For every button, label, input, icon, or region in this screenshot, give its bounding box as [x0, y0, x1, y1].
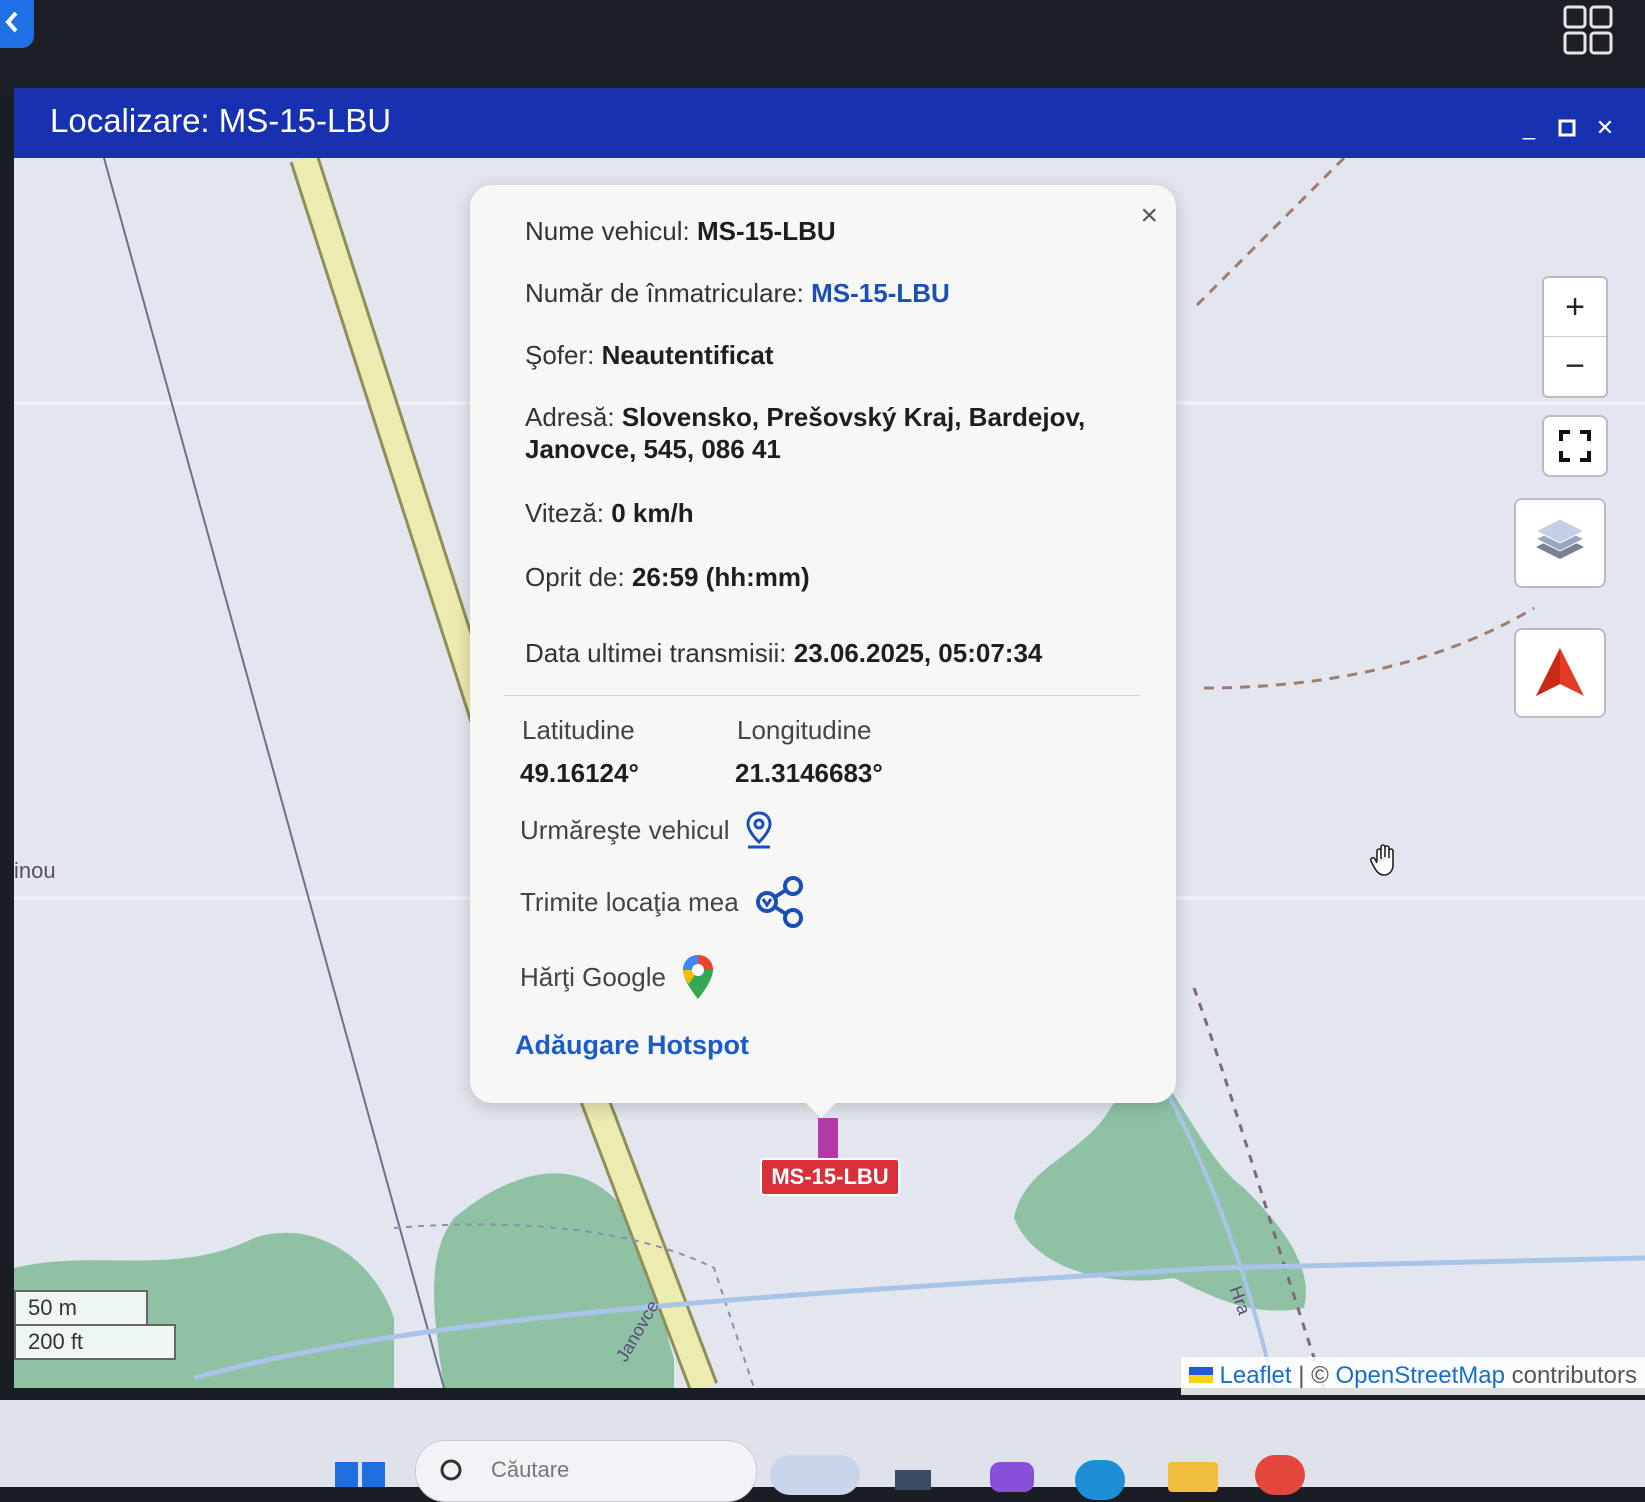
map-pin-icon [746, 811, 772, 849]
last-transmission-label: Data ultimei transmisii: [525, 638, 794, 668]
follow-vehicle-action[interactable]: Urmăreşte vehicul [520, 810, 774, 850]
title-bar: Localizare: MS-15-LBU _ ✕ [14, 88, 1645, 168]
popup-divider [504, 695, 1140, 696]
google-maps-label: Hărţi Google [520, 961, 666, 992]
osm-link[interactable]: OpenStreetMap [1336, 1362, 1505, 1389]
scale-metric: 50 m [14, 1290, 148, 1324]
taskbar-app-3[interactable] [990, 1462, 1034, 1492]
longitude-label: Longitudine [737, 715, 872, 745]
latitude-value: 49.16124° [520, 758, 639, 788]
driver-row: Şofer: Neautentificat [525, 339, 1126, 371]
google-maps-icon [682, 955, 713, 999]
place-label: inou [14, 858, 56, 883]
layers-button[interactable] [1514, 498, 1606, 588]
ukraine-flag-icon [1188, 1367, 1213, 1383]
share-icon [755, 876, 803, 928]
layers-icon [1534, 519, 1586, 559]
address-label: Adresă: [525, 402, 622, 432]
fullscreen-icon [1559, 430, 1591, 462]
speed-value: 0 km/h [611, 498, 694, 528]
send-location-label: Trimite locaţia mea [520, 886, 739, 917]
close-window-button[interactable]: ✕ [1595, 115, 1615, 140]
latitude-label: Latitudine [522, 715, 635, 745]
maximize-icon [1558, 119, 1576, 137]
zoom-out-button[interactable]: − [1544, 337, 1606, 395]
vehicle-name-label: Nume vehicul: [525, 216, 697, 246]
top-strip [0, 0, 1645, 95]
grid-apps-icon[interactable] [1562, 4, 1614, 56]
zoom-in-button[interactable]: + [1544, 278, 1606, 337]
vehicle-marker-label[interactable]: MS-15-LBU [760, 1158, 900, 1196]
windows-start-icon[interactable] [335, 1462, 385, 1487]
last-transmission-row: Data ultimei transmisii: 23.06.2025, 05:… [525, 637, 1126, 669]
taskbar-app-5[interactable] [1168, 1462, 1218, 1492]
attribution-contributors: contributors [1504, 1362, 1637, 1389]
taskbar-app-4[interactable] [1075, 1460, 1125, 1500]
stopped-row: Oprit de: 26:59 (hh:mm) [525, 561, 1126, 593]
popup-pointer [805, 1102, 837, 1118]
minimize-button[interactable]: _ [1519, 115, 1539, 140]
follow-vehicle-label: Urmăreşte vehicul [520, 814, 730, 845]
scale-imperial: 200 ft [14, 1324, 176, 1360]
search-icon [440, 1459, 462, 1481]
chevron-left-icon [5, 11, 18, 33]
send-location-action[interactable]: Trimite locaţia mea [520, 875, 809, 929]
back-button[interactable] [0, 0, 34, 48]
google-maps-action[interactable]: Hărţi Google [520, 953, 716, 1001]
attribution-separator: | © [1291, 1362, 1336, 1389]
zoom-control: + − [1542, 276, 1608, 398]
taskbar: Căutare [0, 1400, 1645, 1502]
registration-link[interactable]: MS-15-LBU [811, 278, 950, 308]
vehicle-name-row: Nume vehicul: MS-15-LBU [525, 215, 1126, 247]
taskbar-app-6[interactable] [1255, 1455, 1305, 1495]
leaflet-link[interactable]: Leaflet [1220, 1362, 1292, 1389]
speed-label: Viteză: [525, 498, 612, 528]
registration-row: Număr de înmatriculare: MS-15-LBU [525, 277, 1126, 309]
navigation-arrow-icon [1536, 648, 1584, 696]
fullscreen-button[interactable] [1542, 415, 1608, 477]
longitude-value: 21.3146683° [735, 758, 883, 788]
search-placeholder: Căutare [491, 1457, 570, 1482]
popup-close-button[interactable]: × [1140, 199, 1158, 233]
taskbar-app-1[interactable] [770, 1455, 860, 1495]
driver-label: Şofer: [525, 340, 602, 370]
address-row: Adresă: Slovensko, Prešovský Kraj, Barde… [525, 401, 1126, 465]
window-title: Localizare: MS-15-LBU [50, 102, 392, 139]
map-attribution: Leaflet | © OpenStreetMap contributors [1180, 1357, 1645, 1395]
stopped-value: 26:59 (hh:mm) [631, 562, 810, 592]
speed-row: Viteză: 0 km/h [525, 497, 1126, 529]
window-controls: _ ✕ [1519, 115, 1615, 140]
navigation-button[interactable] [1514, 628, 1606, 718]
taskbar-app-2[interactable] [895, 1470, 931, 1490]
vehicle-name-value: MS-15-LBU [696, 216, 836, 246]
maximize-button[interactable] [1557, 118, 1577, 138]
stopped-label: Oprit de: [525, 562, 632, 592]
driver-value: Neautentificat [601, 340, 774, 370]
registration-label: Număr de înmatriculare: [525, 278, 812, 308]
taskbar-search[interactable]: Căutare [415, 1440, 757, 1502]
hand-cursor-icon [1369, 844, 1394, 876]
vehicle-popup: × Nume vehicul: MS-15-LBU Număr de înmat… [470, 185, 1176, 1103]
add-hotspot-link[interactable]: Adăugare Hotspot [515, 1030, 749, 1061]
last-transmission-value: 23.06.2025, 05:07:34 [793, 638, 1043, 668]
